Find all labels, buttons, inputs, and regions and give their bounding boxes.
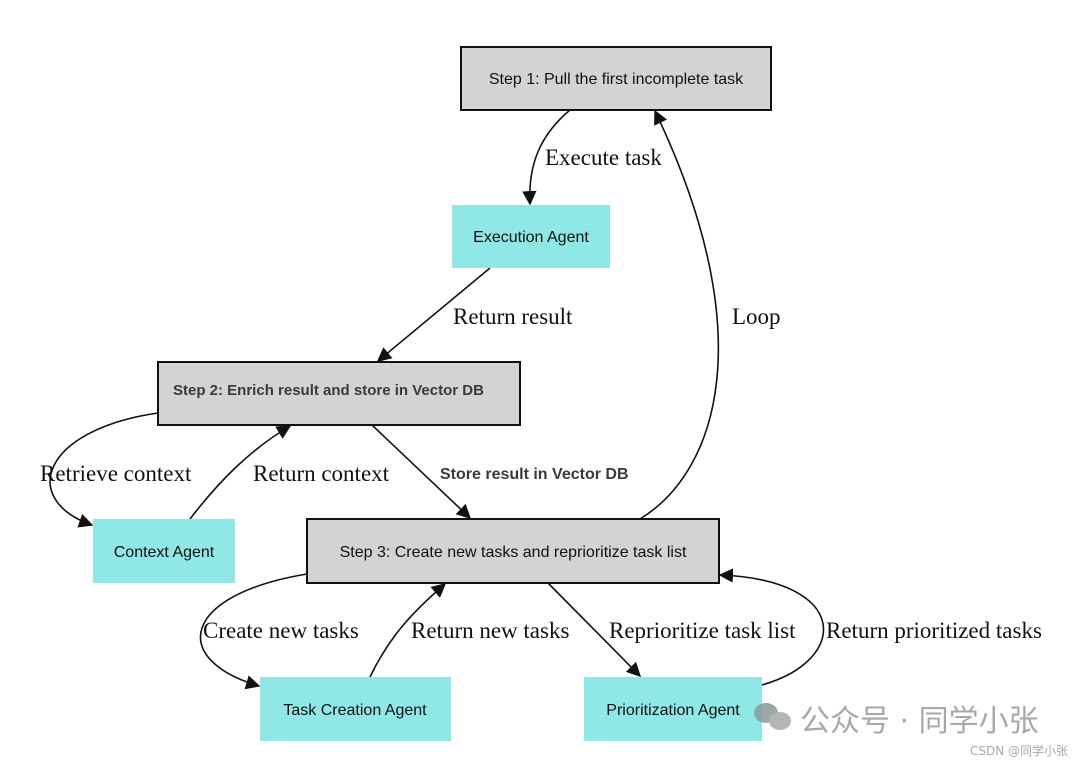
node-step1: Step 1: Pull the first incomplete task — [460, 46, 772, 111]
node-task-creation-agent-label: Task Creation Agent — [283, 702, 427, 719]
label-store-result: Store result in Vector DB — [440, 466, 629, 483]
label-create-new-tasks: Create new tasks — [203, 618, 359, 643]
label-retrieve-context: Retrieve context — [40, 461, 192, 486]
node-step3: Step 3: Create new tasks and reprioritiz… — [306, 518, 720, 584]
flow-diagram: Execute task Return result Loop Retrieve… — [40, 46, 1068, 758]
watermark-main: 公众号 · 同学小张 — [800, 704, 1039, 739]
node-context-agent-label: Context Agent — [114, 544, 215, 561]
label-execute-task: Execute task — [545, 145, 662, 170]
diagram: Execute task Return result Loop Retrieve… — [0, 0, 1080, 765]
node-step2-label: Step 2: Enrich result and store in Vecto… — [173, 382, 484, 399]
node-context-agent: Context Agent — [93, 519, 235, 583]
node-task-creation-agent: Task Creation Agent — [260, 677, 451, 741]
node-execution-agent-label: Execution Agent — [473, 229, 589, 246]
node-execution-agent: Execution Agent — [452, 205, 610, 268]
label-loop: Loop — [732, 304, 781, 329]
node-step1-label: Step 1: Pull the first incomplete task — [489, 71, 744, 88]
label-return-prioritized: Return prioritized tasks — [826, 618, 1042, 643]
node-step2: Step 2: Enrich result and store in Vecto… — [157, 361, 521, 426]
label-return-result: Return result — [453, 304, 573, 329]
label-reprioritize: Reprioritize task list — [609, 618, 796, 643]
node-prioritization-agent: Prioritization Agent — [584, 677, 762, 741]
watermark: 公众号 · 同学小张 CSDN @同学小张 — [754, 703, 1068, 758]
node-prioritization-agent-label: Prioritization Agent — [606, 702, 740, 719]
label-return-new-tasks: Return new tasks — [411, 618, 569, 643]
node-step3-label: Step 3: Create new tasks and reprioritiz… — [340, 544, 687, 561]
edge-loop — [639, 109, 720, 520]
watermark-sub: CSDN @同学小张 — [970, 743, 1068, 758]
label-return-context: Return context — [253, 461, 390, 486]
